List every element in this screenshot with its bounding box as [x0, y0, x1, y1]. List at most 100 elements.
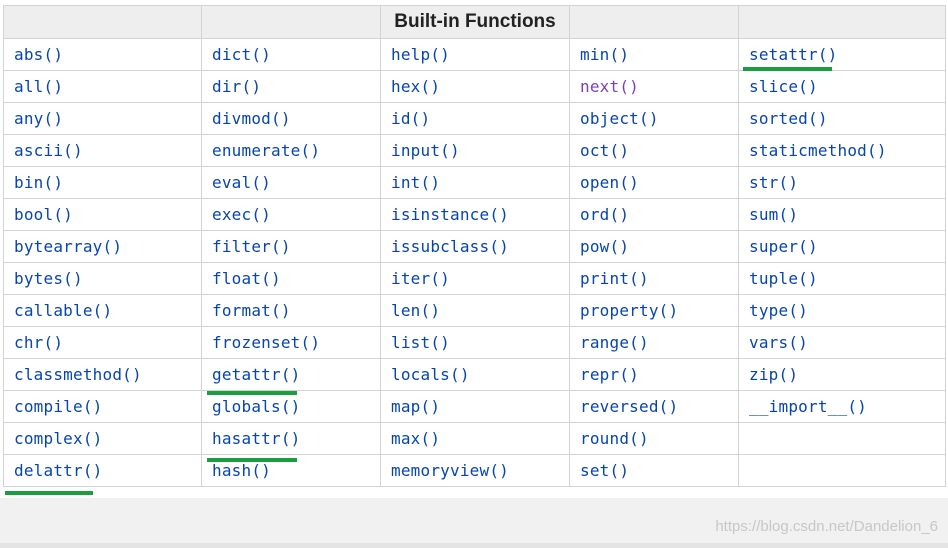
- function-link-import[interactable]: __import__(): [749, 397, 867, 416]
- function-link-abs[interactable]: abs(): [14, 45, 63, 64]
- table-cell: bytearray(): [3, 230, 202, 263]
- function-link-divmod[interactable]: divmod(): [212, 109, 291, 128]
- function-link-reversed[interactable]: reversed(): [580, 397, 678, 416]
- header-cell: Built-in Functions: [380, 5, 570, 39]
- header-cell: [3, 5, 202, 39]
- function-link-input[interactable]: input(): [391, 141, 460, 160]
- table-cell: sorted(): [738, 102, 946, 135]
- table-cell: chr(): [3, 326, 202, 359]
- function-link-globals[interactable]: globals(): [212, 397, 301, 416]
- function-link-print[interactable]: print(): [580, 269, 649, 288]
- function-link-all[interactable]: all(): [14, 77, 63, 96]
- function-link-compile[interactable]: compile(): [14, 397, 103, 416]
- table-cell: input(): [380, 134, 570, 167]
- table-cell: round(): [569, 422, 739, 455]
- function-link-hasattr[interactable]: hasattr(): [212, 429, 301, 448]
- function-link-id[interactable]: id(): [391, 109, 430, 128]
- function-link-bytes[interactable]: bytes(): [14, 269, 83, 288]
- function-link-memoryview[interactable]: memoryview(): [391, 461, 509, 480]
- function-link-sum[interactable]: sum(): [749, 205, 798, 224]
- function-link-locals[interactable]: locals(): [391, 365, 470, 384]
- function-link-exec[interactable]: exec(): [212, 205, 271, 224]
- function-link-set[interactable]: set(): [580, 461, 629, 480]
- function-link-range[interactable]: range(): [580, 333, 649, 352]
- table-cell: open(): [569, 166, 739, 199]
- function-link-map[interactable]: map(): [391, 397, 440, 416]
- function-link-min[interactable]: min(): [580, 45, 629, 64]
- function-link-open[interactable]: open(): [580, 173, 639, 192]
- function-link-callable[interactable]: callable(): [14, 301, 112, 320]
- function-link-int[interactable]: int(): [391, 173, 440, 192]
- function-link-slice[interactable]: slice(): [749, 77, 818, 96]
- function-link-bin[interactable]: bin(): [14, 173, 63, 192]
- table-body: abs() dict() help() min() setattr() all() dir(…: [3, 38, 946, 487]
- table-cell: len(): [380, 294, 570, 327]
- function-link-staticmethod[interactable]: staticmethod(): [749, 141, 887, 160]
- table-cell: type(): [738, 294, 946, 327]
- function-link-oct[interactable]: oct(): [580, 141, 629, 160]
- function-link-property[interactable]: property(): [580, 301, 678, 320]
- function-link-enumerate[interactable]: enumerate(): [212, 141, 320, 160]
- function-link-bool[interactable]: bool(): [14, 205, 73, 224]
- table-cell: iter(): [380, 262, 570, 295]
- function-link-classmethod[interactable]: classmethod(): [14, 365, 142, 384]
- function-link-issubclass[interactable]: issubclass(): [391, 237, 509, 256]
- table-cell: object(): [569, 102, 739, 135]
- function-link-object[interactable]: object(): [580, 109, 659, 128]
- function-link-sorted[interactable]: sorted(): [749, 109, 828, 128]
- function-link-ord[interactable]: ord(): [580, 205, 629, 224]
- function-link-str[interactable]: str(): [749, 173, 798, 192]
- function-link-next[interactable]: next(): [580, 77, 639, 96]
- function-link-float[interactable]: float(): [212, 269, 281, 288]
- header-cell: [738, 5, 946, 39]
- function-link-iter[interactable]: iter(): [391, 269, 450, 288]
- function-link-help[interactable]: help(): [391, 45, 450, 64]
- function-link-setattr[interactable]: setattr(): [749, 45, 838, 64]
- function-link-filter[interactable]: filter(): [212, 237, 291, 256]
- function-link-list[interactable]: list(): [391, 333, 450, 352]
- table-row: all() dir() hex() next() slice(): [3, 70, 946, 103]
- function-link-repr[interactable]: repr(): [580, 365, 639, 384]
- table-cell: setattr(): [738, 38, 946, 71]
- highlight-underline-getattr: [207, 391, 297, 395]
- function-link-dir[interactable]: dir(): [212, 77, 261, 96]
- function-link-round[interactable]: round(): [580, 429, 649, 448]
- function-link-chr[interactable]: chr(): [14, 333, 63, 352]
- function-link-hash[interactable]: hash(): [212, 461, 271, 480]
- function-link-tuple[interactable]: tuple(): [749, 269, 818, 288]
- table-cell: issubclass(): [380, 230, 570, 263]
- table-cell: pow(): [569, 230, 739, 263]
- function-link-dict[interactable]: dict(): [212, 45, 271, 64]
- function-link-isinstance[interactable]: isinstance(): [391, 205, 509, 224]
- table-cell: tuple(): [738, 262, 946, 295]
- function-link-max[interactable]: max(): [391, 429, 440, 448]
- function-link-zip[interactable]: zip(): [749, 365, 798, 384]
- function-link-bytearray[interactable]: bytearray(): [14, 237, 122, 256]
- table-cell: dir(): [201, 70, 381, 103]
- function-link-type[interactable]: type(): [749, 301, 808, 320]
- function-link-vars[interactable]: vars(): [749, 333, 808, 352]
- table-cell: [738, 422, 946, 455]
- function-link-format[interactable]: format(): [212, 301, 291, 320]
- function-link-delattr[interactable]: delattr(): [14, 461, 103, 480]
- function-link-getattr[interactable]: getattr(): [212, 365, 301, 384]
- table-row: compile() globals() map() reversed() __impor…: [3, 390, 946, 423]
- table-cell: __import__(): [738, 390, 946, 423]
- function-link-ascii[interactable]: ascii(): [14, 141, 83, 160]
- function-link-frozenset[interactable]: frozenset(): [212, 333, 320, 352]
- function-link-eval[interactable]: eval(): [212, 173, 271, 192]
- function-link-any[interactable]: any(): [14, 109, 63, 128]
- header-cell: [569, 5, 739, 39]
- function-link-hex[interactable]: hex(): [391, 77, 440, 96]
- table-cell: callable(): [3, 294, 202, 327]
- table-cell: classmethod(): [3, 358, 202, 391]
- function-link-pow[interactable]: pow(): [580, 237, 629, 256]
- function-link-complex[interactable]: complex(): [14, 429, 103, 448]
- table-cell: str(): [738, 166, 946, 199]
- function-link-super[interactable]: super(): [749, 237, 818, 256]
- table-cell: repr(): [569, 358, 739, 391]
- table-cell: divmod(): [201, 102, 381, 135]
- table-cell: frozenset(): [201, 326, 381, 359]
- header-cell: [201, 5, 381, 39]
- function-link-len[interactable]: len(): [391, 301, 440, 320]
